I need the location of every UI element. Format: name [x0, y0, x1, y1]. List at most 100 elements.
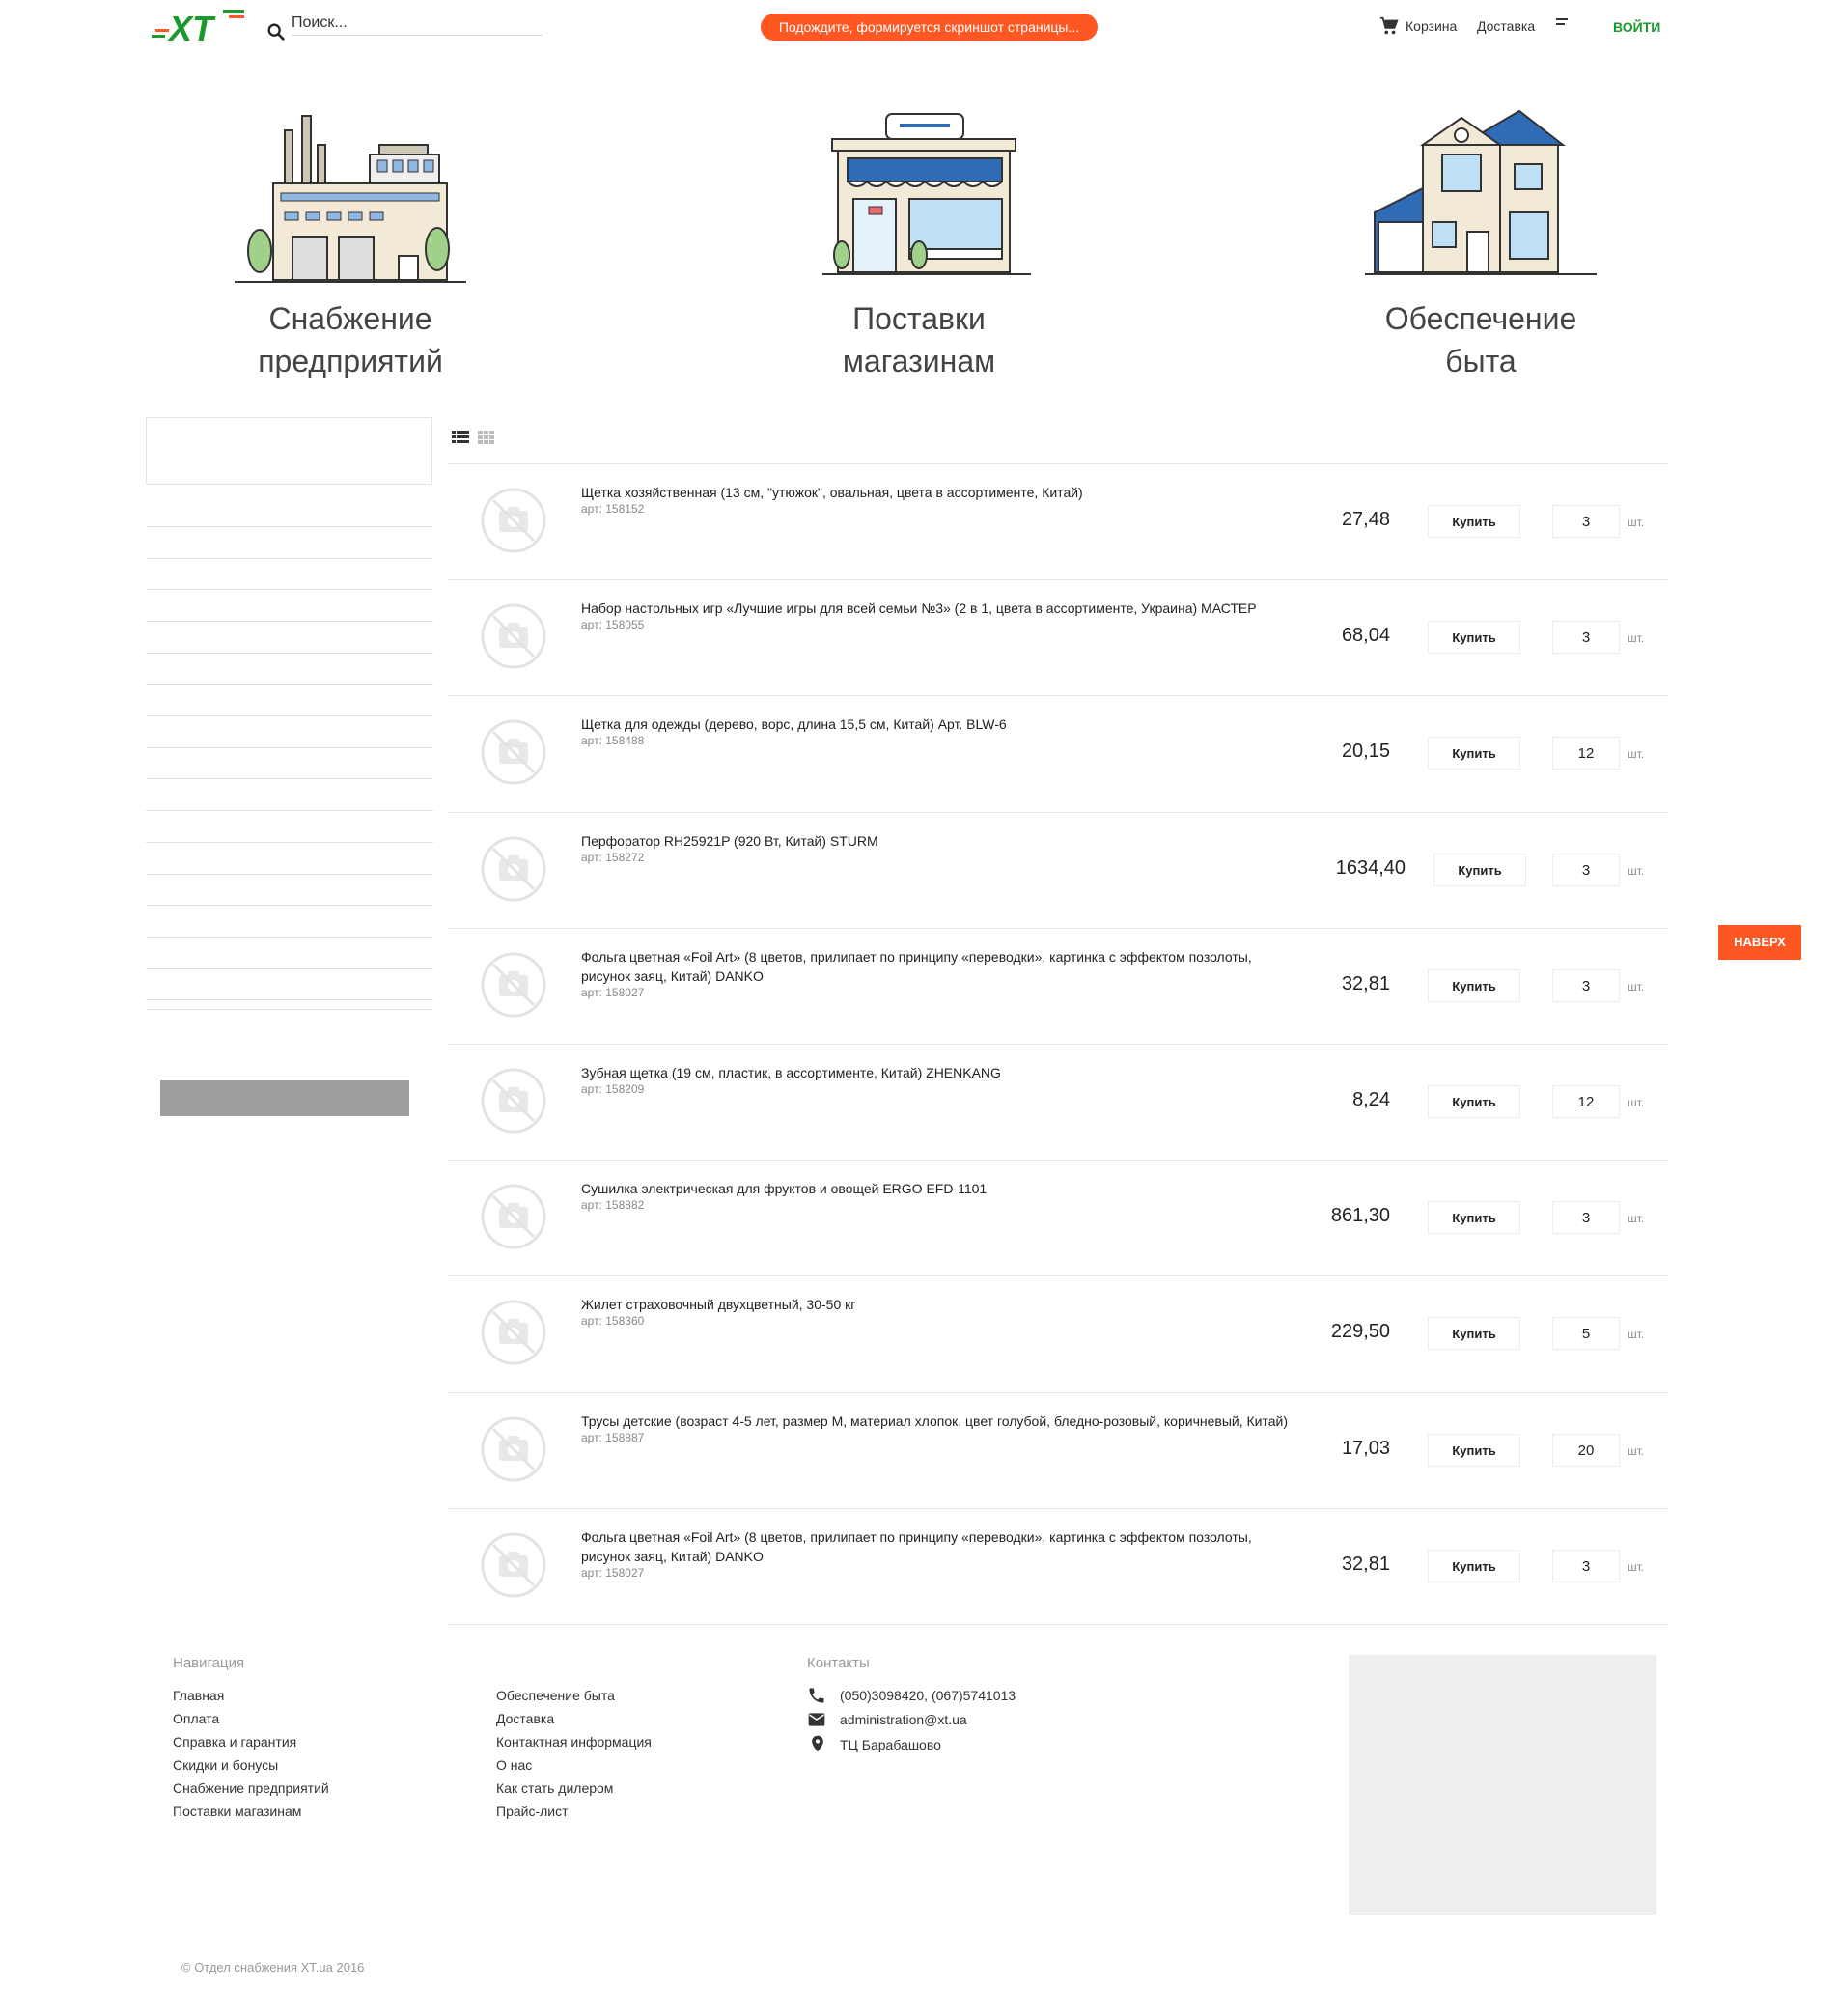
buy-button[interactable]: Купить — [1428, 1085, 1520, 1118]
product-divider — [448, 695, 1668, 696]
footer-link[interactable]: Скидки и бонусы — [173, 1757, 278, 1773]
buy-button[interactable]: Купить — [1428, 1434, 1520, 1467]
no-image-icon[interactable] — [480, 1415, 547, 1483]
product-divider — [448, 579, 1668, 580]
quantity-input[interactable] — [1552, 1085, 1620, 1118]
cart-icon[interactable] — [1378, 15, 1400, 37]
shop-icon — [822, 113, 1031, 275]
footer-phone[interactable]: (050)3098420, (067)5741013 — [840, 1688, 1016, 1703]
product-name[interactable]: Сушилка электрическая для фруктов и овощ… — [581, 1179, 1295, 1198]
buy-button[interactable]: Купить — [1428, 1201, 1520, 1234]
product-name[interactable]: Набор настольных игр «Лучшие игры для вс… — [581, 599, 1295, 618]
buy-button[interactable]: Купить — [1428, 621, 1520, 654]
product-name[interactable]: Зубная щетка (19 см, пластик, в ассортим… — [581, 1063, 1295, 1082]
category-enterprise[interactable]: Снабжение предприятий — [157, 106, 543, 382]
footer-email[interactable]: administration@xt.ua — [840, 1712, 967, 1727]
footer-link[interactable]: Как стать дилером — [496, 1780, 613, 1796]
quantity-input[interactable] — [1552, 1434, 1620, 1467]
login-link[interactable]: ВОЙТИ — [1613, 19, 1660, 35]
product-name[interactable]: Щетка для одежды (дерево, ворс, длина 15… — [581, 714, 1295, 734]
grid-view-icon[interactable] — [478, 431, 495, 444]
cart-link[interactable]: Корзина — [1406, 18, 1457, 34]
list-view-icon[interactable] — [452, 431, 469, 444]
buy-button[interactable]: Купить — [1428, 505, 1520, 538]
product-price: 20,15 — [1341, 741, 1390, 762]
back-to-top-button[interactable]: НАВЕРХ — [1718, 925, 1801, 960]
product-name[interactable]: Трусы детские (возраст 4-5 лет, размер M… — [581, 1412, 1295, 1431]
search-input[interactable] — [292, 12, 543, 36]
sidebar-divider — [146, 715, 433, 716]
no-image-icon[interactable] — [480, 1183, 547, 1250]
logo-text: XT — [167, 9, 216, 44]
no-image-icon[interactable] — [480, 1067, 547, 1134]
menu-icon[interactable] — [1556, 18, 1572, 30]
product-divider — [448, 812, 1668, 813]
sidebar-divider — [146, 968, 433, 969]
product-divider — [448, 1160, 1668, 1161]
factory-icon — [235, 115, 466, 283]
buy-button[interactable]: Купить — [1428, 1550, 1520, 1582]
phone-icon — [809, 1688, 824, 1703]
footer-link[interactable]: Обеспечение быта — [496, 1688, 615, 1703]
quantity-input[interactable] — [1552, 1317, 1620, 1350]
category-shops[interactable]: Поставки магазинам — [726, 106, 1112, 382]
category-title[interactable]: Обеспечение быта — [1288, 297, 1674, 382]
logo[interactable]: XT — [152, 6, 248, 44]
quantity-unit: шт. — [1628, 747, 1645, 761]
product-name[interactable]: Жилет страховочный двухцветный, 30-50 кг — [581, 1295, 1295, 1314]
footer-link[interactable]: Доставка — [496, 1711, 554, 1726]
product-name[interactable]: Фольга цветная «Foil Art» (8 цветов, при… — [581, 947, 1295, 986]
sidebar-divider — [146, 621, 433, 622]
no-image-icon[interactable] — [480, 718, 547, 786]
sidebar-divider — [146, 778, 433, 779]
product-article: арт: 158152 — [581, 502, 645, 516]
sidebar-button[interactable] — [160, 1080, 409, 1116]
product-price: 17,03 — [1341, 1438, 1390, 1459]
product-name[interactable]: Перфоратор RH25921P (920 Вт, Китай) STUR… — [581, 831, 1295, 851]
category-household[interactable]: Обеспечение быта — [1288, 106, 1674, 382]
product-article: арт: 158488 — [581, 734, 645, 747]
sidebar-divider — [146, 653, 433, 654]
category-title[interactable]: Поставки магазинам — [726, 297, 1112, 382]
product-name[interactable]: Щетка хозяйственная (13 см, "утюжок", ов… — [581, 483, 1295, 502]
category-title[interactable]: Снабжение предприятий — [157, 297, 543, 382]
quantity-input[interactable] — [1552, 969, 1620, 1002]
quantity-input[interactable] — [1552, 737, 1620, 770]
buy-button[interactable]: Купить — [1433, 854, 1526, 886]
no-image-icon[interactable] — [480, 835, 547, 903]
footer-link[interactable]: Главная — [173, 1688, 224, 1703]
footer-link[interactable]: Оплата — [173, 1711, 219, 1726]
house-icon — [1365, 109, 1597, 275]
no-image-icon[interactable] — [480, 487, 547, 554]
quantity-input[interactable] — [1552, 621, 1620, 654]
no-image-icon[interactable] — [480, 602, 547, 670]
delivery-link[interactable]: Доставка — [1477, 18, 1535, 34]
quantity-input[interactable] — [1552, 1201, 1620, 1234]
buy-button[interactable]: Купить — [1428, 737, 1520, 770]
search-icon[interactable] — [265, 21, 287, 42]
quantity-input[interactable] — [1552, 1550, 1620, 1582]
footer-link[interactable]: Справка и гарантия — [173, 1734, 296, 1750]
map-placeholder[interactable] — [1349, 1655, 1656, 1915]
no-image-icon[interactable] — [480, 1531, 547, 1599]
no-image-icon[interactable] — [480, 1299, 547, 1366]
footer-link[interactable]: Поставки магазинам — [173, 1804, 301, 1819]
quantity-input[interactable] — [1552, 854, 1620, 886]
product-name[interactable]: Фольга цветная «Foil Art» (8 цветов, при… — [581, 1527, 1295, 1566]
footer-link[interactable]: Контактная информация — [496, 1734, 652, 1750]
footer-link[interactable]: Прайс-лист — [496, 1804, 569, 1819]
product-price: 229,50 — [1330, 1321, 1390, 1342]
product-divider — [448, 1508, 1668, 1509]
quantity-unit: шт. — [1628, 1560, 1645, 1574]
quantity-input[interactable] — [1552, 505, 1620, 538]
buy-button[interactable]: Купить — [1428, 1317, 1520, 1350]
sidebar-divider — [146, 589, 433, 590]
quantity-unit: шт. — [1628, 1444, 1645, 1458]
footer-link[interactable]: Снабжение предприятий — [173, 1780, 329, 1796]
product-divider — [448, 1624, 1668, 1625]
product-article: арт: 158360 — [581, 1314, 645, 1328]
footer-link[interactable]: О нас — [496, 1757, 532, 1773]
no-image-icon[interactable] — [480, 951, 547, 1019]
location-icon — [812, 1735, 823, 1752]
buy-button[interactable]: Купить — [1428, 969, 1520, 1002]
